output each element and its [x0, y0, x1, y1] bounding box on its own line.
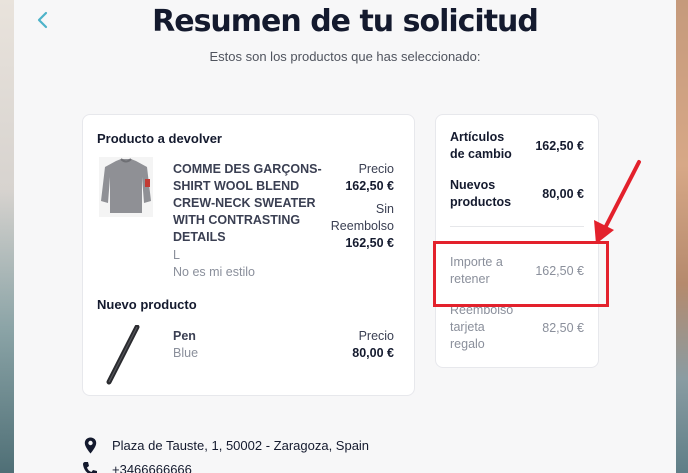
refund-label-2: Reembolso — [330, 219, 394, 233]
exchange-row: Artículos de cambio 162,50 € — [450, 129, 584, 163]
pen-image — [106, 325, 140, 385]
summary-panel: Resumen de tu solicitud Estos son los pr… — [14, 0, 676, 473]
location-pin-icon — [82, 436, 98, 454]
new-products-value: 80,00 € — [542, 187, 584, 201]
new-product-name[interactable]: Pen — [173, 328, 196, 345]
page-title: Resumen de tu solicitud — [152, 4, 539, 39]
phone-line: +3466666666 — [82, 460, 192, 473]
new-products-row: Nuevos productos 80,00 € — [450, 177, 584, 211]
background-photo-left — [0, 0, 14, 473]
new-price-block: Precio 80,00 € — [352, 328, 394, 362]
exchange-value: 162,50 € — [535, 139, 584, 153]
new-product-color: Blue — [173, 346, 199, 360]
exchange-label: Artículos de cambio — [450, 130, 512, 161]
refund-label: Sin — [375, 202, 394, 216]
new-section-title: Nuevo producto — [97, 297, 197, 312]
return-product-name[interactable]: COMME DES GARÇONS- SHIRT WOOL BLEND CREW… — [173, 161, 322, 246]
divider — [450, 226, 584, 227]
address-text: Plaza de Tauste, 1, 50002 - Zaragoza, Sp… — [112, 437, 370, 453]
return-price-block: Precio 162,50 € Sin Reembolso 162,50 € — [331, 161, 394, 252]
phone-icon — [82, 460, 98, 473]
sweater-image — [99, 157, 153, 217]
price-value: 162,50 € — [345, 179, 394, 193]
giftcard-row: Reembolso tarjeta regalo 82,50 € — [450, 302, 584, 353]
refund-value: 162,50 € — [345, 236, 394, 250]
return-section-title: Producto a devolver — [97, 131, 222, 146]
highlight-box — [433, 241, 609, 307]
background-photo-right — [676, 0, 688, 473]
page-subtitle: Estos son los productos que has seleccio… — [209, 49, 481, 64]
price-label: Precio — [358, 162, 394, 176]
return-product-size: L — [173, 248, 180, 262]
products-card: Producto a devolver COMME DES GARÇONS- S… — [82, 114, 415, 396]
address-line: Plaza de Tauste, 1, 50002 - Zaragoza, Sp… — [82, 436, 369, 454]
giftcard-label: Reembolso tarjeta regalo — [450, 303, 514, 351]
return-product-reason: No es mi estilo — [173, 265, 255, 279]
annotation-arrow-icon — [594, 160, 641, 244]
new-price-label: Precio — [358, 329, 394, 343]
new-price-value: 80,00 € — [352, 346, 394, 360]
new-products-label: Nuevos productos — [450, 178, 512, 209]
giftcard-value: 82,50 € — [542, 320, 584, 335]
phone-text: +3466666666 — [112, 461, 192, 473]
